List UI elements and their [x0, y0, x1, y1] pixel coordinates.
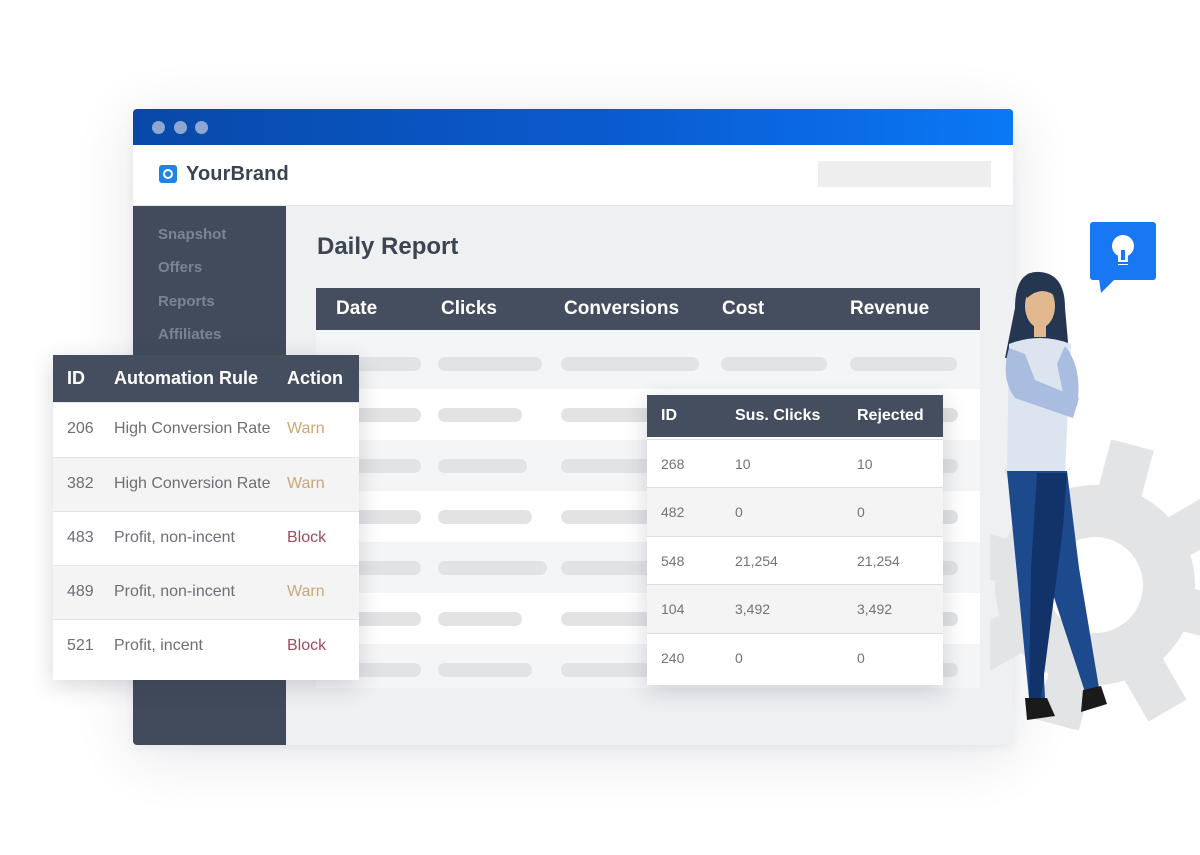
report-table-header: Date Clicks Conversions Cost Revenue: [316, 288, 980, 330]
sus-clicks-value: 10: [735, 456, 751, 472]
column-header-id[interactable]: ID: [661, 407, 677, 425]
table-row: [316, 338, 980, 389]
rule-action: Warn: [287, 583, 325, 600]
rule-id: 489: [67, 583, 94, 600]
rejected-value: 21,254: [857, 553, 900, 569]
brand-name: YourBrand: [186, 163, 289, 185]
clicks-table-header: ID Sus. Clicks Rejected: [647, 395, 943, 437]
table-row[interactable]: 483 Profit, non-incent Block: [53, 511, 359, 565]
rule-action: Block: [287, 529, 327, 546]
rule-name: Profit, incent: [114, 637, 203, 654]
window-dot-icon[interactable]: [152, 121, 165, 134]
table-row[interactable]: 382 High Conversion Rate Warn: [53, 457, 359, 511]
column-header-revenue[interactable]: Revenue: [850, 298, 929, 320]
brand-logo-icon: [159, 165, 177, 183]
rejected-value: 0: [857, 650, 865, 666]
window-dot-icon[interactable]: [195, 121, 208, 134]
rule-action: Warn: [287, 475, 325, 492]
column-header-sus-clicks[interactable]: Sus. Clicks: [735, 407, 820, 425]
window-dot-icon[interactable]: [174, 121, 187, 134]
table-row[interactable]: 521 Profit, incent Block: [53, 619, 359, 673]
rule-action: Warn: [287, 420, 325, 437]
column-header-cost[interactable]: Cost: [722, 298, 764, 320]
rule-id: 521: [67, 637, 94, 654]
sus-clicks-value: 0: [735, 504, 743, 520]
sus-clicks-value: 0: [735, 650, 743, 666]
click-id: 240: [661, 650, 685, 666]
click-id: 268: [661, 456, 685, 472]
click-id: 548: [661, 553, 685, 569]
column-header-clicks[interactable]: Clicks: [441, 298, 497, 320]
automation-rules-card: ID Automation Rule Action 206 High Conve…: [53, 355, 359, 680]
skeleton-cell: [438, 663, 532, 677]
window-titlebar: [133, 109, 1013, 145]
rule-id: 382: [67, 475, 94, 492]
table-row[interactable]: 268 10 10: [647, 439, 943, 488]
rejected-value: 3,492: [857, 601, 893, 617]
suspicious-clicks-card: ID Sus. Clicks Rejected 268 10 10 482 0 …: [647, 395, 943, 685]
rule-id: 206: [67, 420, 94, 437]
rejected-value: 0: [857, 504, 865, 520]
skeleton-cell: [438, 357, 542, 371]
sidebar-item-reports[interactable]: Reports: [158, 293, 215, 310]
column-header-id[interactable]: ID: [67, 368, 85, 389]
sidebar-item-affiliates[interactable]: Affiliates: [158, 326, 221, 343]
rule-name: Profit, non-incent: [114, 583, 235, 600]
rules-table-header: ID Automation Rule Action: [53, 355, 359, 402]
click-id: 104: [661, 601, 685, 617]
table-row[interactable]: 206 High Conversion Rate Warn: [53, 402, 359, 456]
sidebar-item-offers[interactable]: Offers: [158, 259, 202, 276]
table-row[interactable]: 489 Profit, non-incent Warn: [53, 565, 359, 619]
table-row[interactable]: 240 0 0: [647, 633, 943, 682]
skeleton-cell: [721, 357, 827, 371]
sus-clicks-value: 3,492: [735, 601, 771, 617]
rule-action: Block: [287, 637, 327, 654]
skeleton-cell: [850, 357, 957, 371]
rule-name: Profit, non-incent: [114, 529, 235, 546]
column-header-action[interactable]: Action: [287, 368, 343, 389]
column-header-rejected[interactable]: Rejected: [857, 407, 924, 425]
skeleton-cell: [438, 459, 527, 473]
page-title: Daily Report: [317, 233, 459, 260]
sidebar-item-snapshot[interactable]: Snapshot: [158, 226, 226, 243]
rule-name: High Conversion Rate: [114, 475, 271, 492]
woman-illustration: [1005, 271, 1107, 720]
table-row[interactable]: 548 21,254 21,254: [647, 536, 943, 585]
table-row[interactable]: 482 0 0: [647, 487, 943, 536]
table-row[interactable]: 104 3,492 3,492: [647, 584, 943, 633]
skeleton-cell: [438, 510, 532, 524]
lightbulb-icon[interactable]: [1089, 221, 1157, 293]
skeleton-cell: [561, 357, 699, 371]
rule-id: 483: [67, 529, 94, 546]
click-id: 482: [661, 504, 685, 520]
column-header-conversions[interactable]: Conversions: [564, 298, 679, 320]
skeleton-cell: [438, 612, 522, 626]
column-header-date[interactable]: Date: [336, 298, 377, 320]
app-header: YourBrand: [133, 145, 1013, 206]
skeleton-cell: [438, 408, 522, 422]
rejected-value: 10: [857, 456, 873, 472]
header-search-placeholder[interactable]: [818, 161, 991, 187]
rule-name: High Conversion Rate: [114, 420, 271, 437]
sus-clicks-value: 21,254: [735, 553, 778, 569]
skeleton-cell: [438, 561, 547, 575]
column-header-automation-rule[interactable]: Automation Rule: [114, 368, 258, 389]
